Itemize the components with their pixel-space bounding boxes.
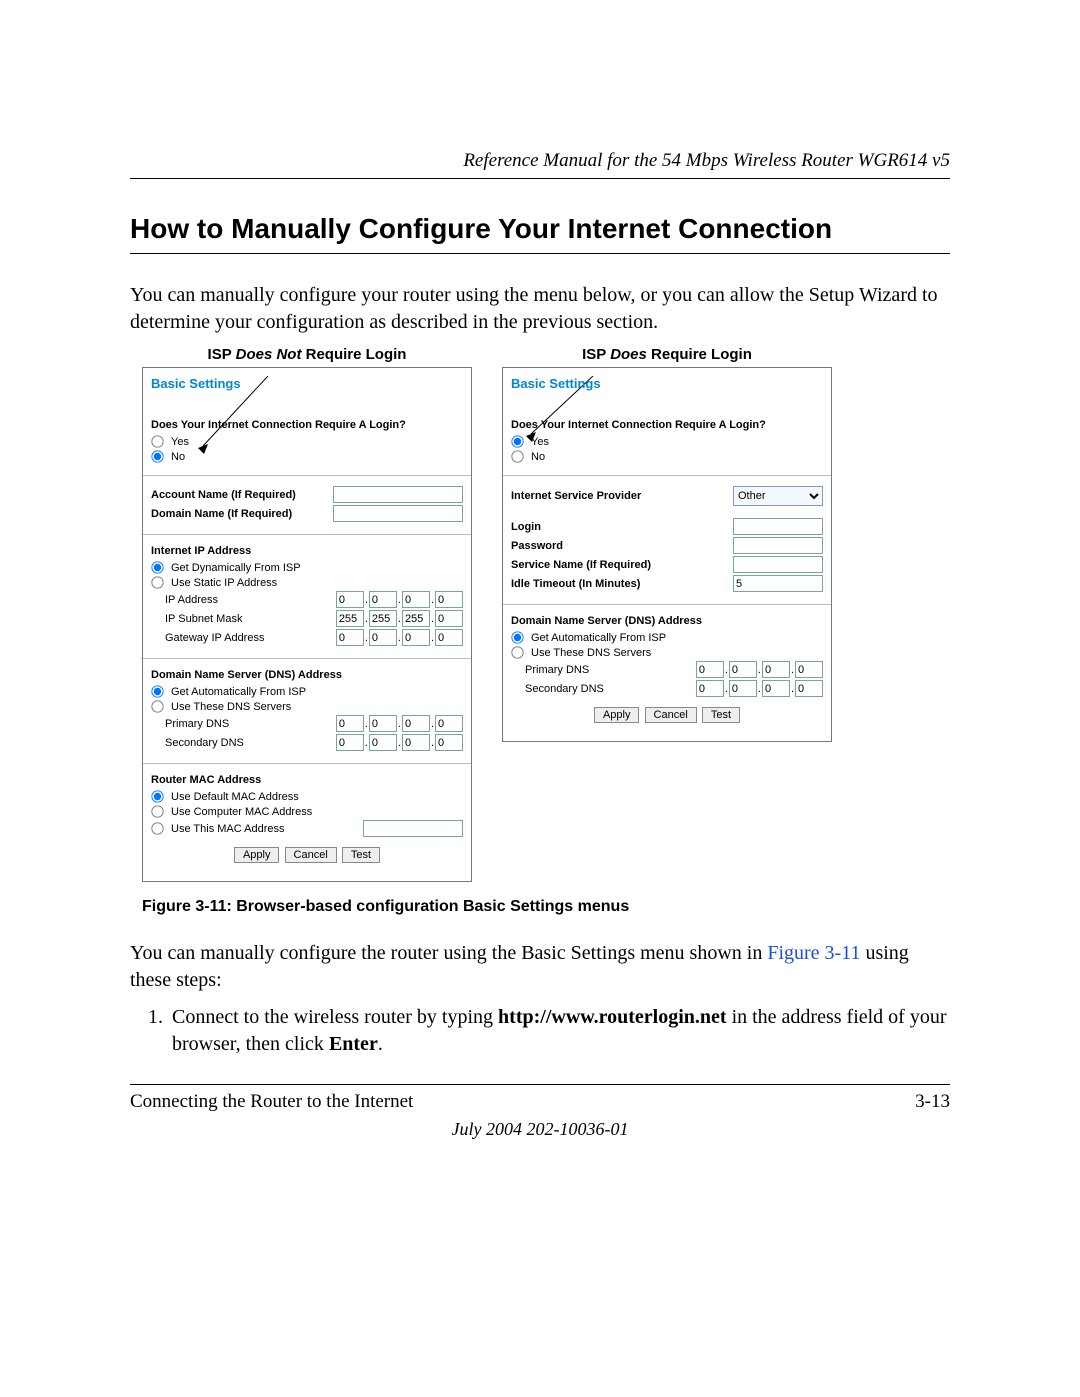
idle-timeout-label: Idle Timeout (In Minutes) [511,578,729,590]
left-panel-label: ISP Does Not Require Login [142,346,472,363]
intro-paragraph: You can manually configure your router u… [130,282,950,336]
figure-ref-link[interactable]: Figure 3-11 [767,942,860,964]
title-rule [130,253,950,254]
login-input[interactable] [733,518,823,535]
domain-name-input[interactable] [333,505,463,522]
service-name-input[interactable] [733,556,823,573]
test-button[interactable]: Test [342,847,380,863]
ip-oct3[interactable] [402,591,430,608]
radio-dns-use[interactable]: Use These DNS Servers [151,700,463,713]
right-panel: Basic Settings Does Your Internet Connec… [502,367,832,742]
dns-header: Domain Name Server (DNS) Address [511,615,823,627]
ip-oct2[interactable] [369,591,397,608]
apply-button[interactable]: Apply [594,707,640,723]
login-question: Does Your Internet Connection Require A … [151,419,463,431]
figure-caption: Figure 3-11: Browser-based configuration… [142,898,950,916]
account-name-input[interactable] [333,486,463,503]
primary-dns-label: Primary DNS [511,664,692,676]
primary-dns-label: Primary DNS [151,718,332,730]
radio-mac-this[interactable] [151,822,163,834]
radio-mac-computer[interactable]: Use Computer MAC Address [151,805,463,818]
right-panel-col: ISP Does Require Login Basic Settings Do… [502,346,832,742]
secondary-dns-label: Secondary DNS [151,737,332,749]
after-figure-paragraph: You can manually configure the router us… [130,940,950,994]
ip-oct1[interactable] [336,591,364,608]
radio-no[interactable]: No [151,450,463,463]
panel-title: Basic Settings [511,376,823,391]
figure-wrap: ISP Does Not Require Login Basic Setting… [142,346,950,882]
isp-label: Internet Service Provider [511,490,729,502]
footer-left: Connecting the Router to the Internet [130,1091,413,1113]
radio-no[interactable]: No [511,450,823,463]
steps-list: Connect to the wireless router by typing… [130,1004,950,1058]
left-panel-col: ISP Does Not Require Login Basic Setting… [142,346,472,882]
login-question: Does Your Internet Connection Require A … [511,419,823,431]
radio-no-input[interactable] [151,450,163,462]
radio-ip-static[interactable]: Use Static IP Address [151,576,463,589]
cancel-button[interactable]: Cancel [645,707,697,723]
radio-yes[interactable]: Yes [151,435,463,448]
cancel-button[interactable]: Cancel [285,847,337,863]
password-input[interactable] [733,537,823,554]
radio-dns-auto[interactable]: Get Automatically From ISP [511,631,823,644]
gateway-label: Gateway IP Address [151,632,332,644]
right-panel-label: ISP Does Require Login [502,346,832,363]
footer-page-number: 3-13 [915,1091,950,1113]
idle-timeout-input[interactable] [733,575,823,592]
radio-yes[interactable]: Yes [511,435,823,448]
footer-date: July 2004 202-10036-01 [130,1119,950,1140]
password-label: Password [511,540,729,552]
radio-mac-default[interactable]: Use Default MAC Address [151,790,463,803]
dns-header: Domain Name Server (DNS) Address [151,669,463,681]
ip-oct4[interactable] [435,591,463,608]
test-button[interactable]: Test [702,707,740,723]
apply-button[interactable]: Apply [234,847,280,863]
domain-name-label: Domain Name (If Required) [151,508,329,520]
service-name-label: Service Name (If Required) [511,559,729,571]
step-1: Connect to the wireless router by typing… [168,1004,950,1058]
page-title: How to Manually Configure Your Internet … [130,213,950,245]
radio-ip-dynamic[interactable]: Get Dynamically From ISP [151,561,463,574]
ip-address-label: IP Address [151,594,332,606]
mac-header: Router MAC Address [151,774,463,786]
account-name-label: Account Name (If Required) [151,489,329,501]
running-header: Reference Manual for the 54 Mbps Wireles… [130,150,950,179]
subnet-label: IP Subnet Mask [151,613,332,625]
ip-header: Internet IP Address [151,545,463,557]
isp-select[interactable]: Other [733,486,823,506]
radio-dns-auto[interactable]: Get Automatically From ISP [151,685,463,698]
radio-dns-use[interactable]: Use These DNS Servers [511,646,823,659]
login-label: Login [511,521,729,533]
mac-this-input[interactable] [363,820,463,837]
secondary-dns-label: Secondary DNS [511,683,692,695]
page-footer: Connecting the Router to the Internet 3-… [130,1084,950,1140]
radio-yes-input[interactable] [151,435,163,447]
panel-title: Basic Settings [151,376,463,391]
left-panel: Basic Settings Does Your Internet Connec… [142,367,472,882]
